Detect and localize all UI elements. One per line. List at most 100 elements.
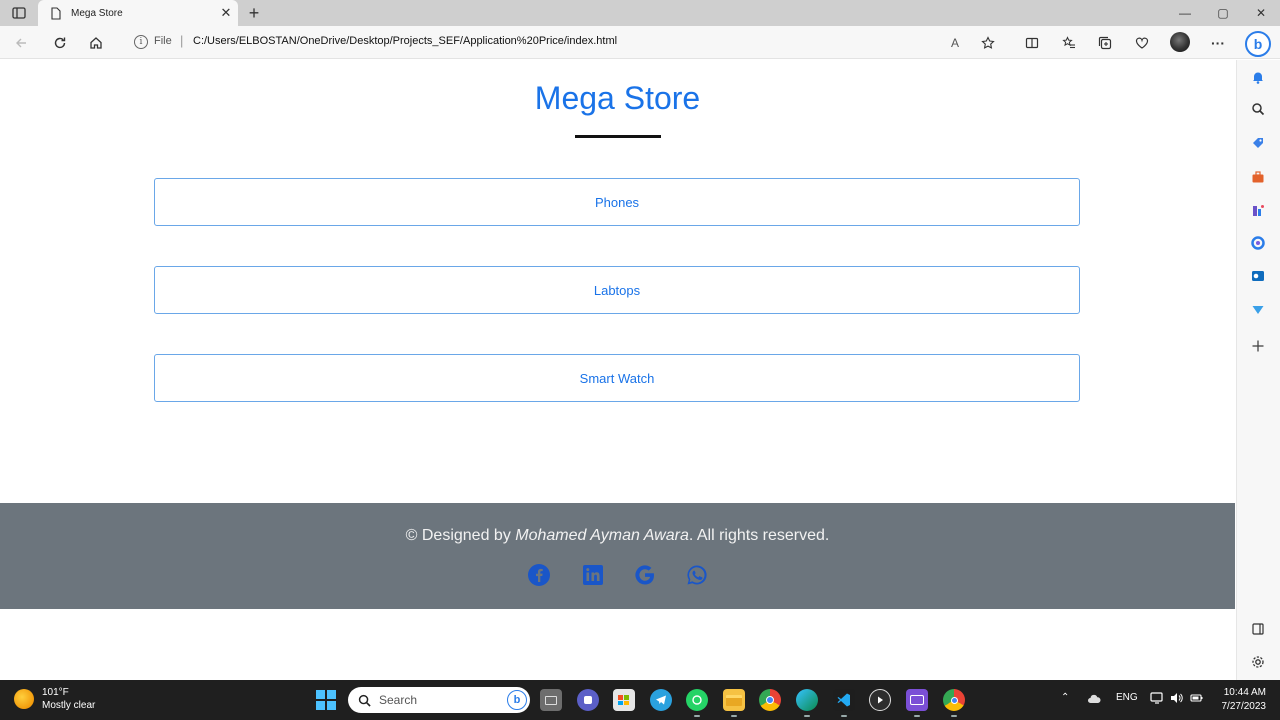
reload-icon <box>54 37 66 49</box>
weather-temp: 101°F <box>42 687 69 698</box>
edge-sidebar <box>1236 60 1280 680</box>
back-arrow-icon <box>16 38 26 48</box>
chrome-profile-icon[interactable] <box>943 689 965 717</box>
address-toolbar: i File | C:/Users/ELBOSTAN/OneDrive/Desk… <box>0 26 1280 59</box>
profile-avatar[interactable] <box>1170 32 1190 52</box>
sidebar-tools-icon[interactable] <box>1250 169 1266 185</box>
page-content: Mega Store Phones Labtops Smart Watch © … <box>0 60 1235 680</box>
tab-mega-store[interactable]: Mega Store ✕ <box>38 0 238 26</box>
category-button-smart-watch[interactable]: Smart Watch <box>154 354 1080 402</box>
chrome-icon[interactable] <box>759 689 781 711</box>
sidebar-drop-icon[interactable] <box>1250 302 1266 318</box>
facebook-link[interactable] <box>526 562 552 588</box>
url-field[interactable]: C:/Users/ELBOSTAN/OneDrive/Desktop/Proje… <box>193 35 617 47</box>
back-button[interactable] <box>10 32 32 54</box>
tab-close-icon[interactable]: ✕ <box>218 5 234 21</box>
split-screen-icon <box>1025 37 1039 49</box>
tab-strip: Mega Store ✕ + — ▢ ✕ <box>0 0 1280 26</box>
bing-chat-button[interactable]: b <box>1245 31 1271 57</box>
minimize-button[interactable]: — <box>1166 0 1204 26</box>
window-controls: — ▢ ✕ <box>1166 0 1280 26</box>
collections-icon <box>1098 36 1112 50</box>
weather-widget[interactable]: 101°F Mostly clear <box>14 686 95 712</box>
category-button-labtops[interactable]: Labtops <box>154 266 1080 314</box>
site-info-icon[interactable]: i <box>134 35 148 49</box>
whatsapp-link[interactable] <box>684 562 710 588</box>
tray-overflow-icon[interactable]: ⌃ <box>1061 692 1069 703</box>
whatsapp-icon <box>687 565 707 585</box>
split-screen-button[interactable] <box>1021 32 1043 54</box>
read-aloud-button[interactable]: A <box>944 32 966 54</box>
file-explorer-icon[interactable] <box>723 689 745 717</box>
taskbar-search[interactable]: Search b <box>348 687 530 713</box>
favorite-button[interactable] <box>977 32 999 54</box>
clock-date: 7/27/2023 <box>1221 701 1267 712</box>
telegram-icon[interactable] <box>650 689 672 711</box>
clock-time: 10:44 AM <box>1223 687 1266 698</box>
edge-icon[interactable] <box>796 689 818 717</box>
taskbar: 101°F Mostly clear Search b ⌃ ENG 10:44 … <box>0 680 1280 720</box>
windows-logo-tile <box>327 690 336 699</box>
whatsapp-app-icon[interactable] <box>686 689 708 717</box>
page-title: Mega Store <box>534 80 701 116</box>
settings-more-button[interactable]: ··· <box>1207 32 1229 54</box>
read-aloud-icon: A <box>950 36 959 50</box>
favorites-icon <box>1062 36 1075 49</box>
media-player-icon[interactable] <box>869 689 891 711</box>
heart-pulse-icon <box>1135 37 1149 49</box>
maximize-button[interactable]: ▢ <box>1204 0 1242 26</box>
category-button-phones[interactable]: Phones <box>154 178 1080 226</box>
tab-title: Mega Store <box>71 7 123 19</box>
footer-prefix: © Designed by <box>405 527 516 544</box>
windows-logo-tile <box>316 701 325 710</box>
tab-actions-icon <box>12 7 26 19</box>
start-button[interactable] <box>316 690 336 710</box>
teams-icon[interactable] <box>577 689 599 711</box>
sidebar-hide-icon[interactable] <box>1250 621 1266 637</box>
language-indicator[interactable]: ENG <box>1116 692 1138 703</box>
search-placeholder: Search <box>379 693 418 707</box>
sidebar-add-icon[interactable] <box>1250 338 1266 354</box>
windows-logo-tile <box>327 701 336 710</box>
weather-moon-icon <box>14 689 34 709</box>
scheme-label: File <box>154 35 172 47</box>
volume-icon[interactable] <box>1170 692 1184 707</box>
task-view-icon[interactable] <box>540 689 562 711</box>
footer-author: Mohamed Ayman Awara <box>515 527 689 544</box>
google-icon <box>635 565 654 585</box>
battery-icon[interactable] <box>1190 692 1204 707</box>
footer-suffix: . All rights reserved. <box>688 527 830 544</box>
sidebar-office-icon[interactable] <box>1250 235 1266 251</box>
tab-actions-button[interactable] <box>8 4 30 22</box>
browser-essentials-button[interactable] <box>1131 32 1153 54</box>
reload-button[interactable] <box>49 32 71 54</box>
more-dots-icon: ··· <box>1211 35 1225 51</box>
tray-cloud-icon[interactable] <box>1087 693 1101 708</box>
store-icon[interactable] <box>613 689 635 711</box>
linkedin-link[interactable] <box>580 562 606 588</box>
url-separator: | <box>180 33 184 48</box>
google-link[interactable] <box>632 562 658 588</box>
new-tab-button[interactable]: + <box>244 3 264 23</box>
system-clock[interactable]: 10:44 AM 7/27/2023 <box>1222 686 1267 714</box>
sidebar-outlook-icon[interactable] <box>1250 268 1266 284</box>
close-window-button[interactable]: ✕ <box>1242 0 1280 26</box>
sidebar-settings-icon[interactable] <box>1250 654 1266 670</box>
sidebar-bell-icon[interactable] <box>1250 69 1266 85</box>
facebook-icon <box>528 564 550 586</box>
footer-copyright: © Designed by Mohamed Ayman Awara. All r… <box>0 527 1235 545</box>
home-icon <box>90 37 102 49</box>
star-icon <box>981 36 995 49</box>
sidebar-shopping-icon[interactable] <box>1250 135 1266 151</box>
windows-logo-icon <box>316 690 325 699</box>
search-icon <box>358 694 371 707</box>
vscode-icon[interactable] <box>833 689 855 717</box>
network-icon[interactable] <box>1150 692 1164 707</box>
weather-condition: Mostly clear <box>42 700 96 711</box>
home-button[interactable] <box>85 32 107 54</box>
collections-button[interactable] <box>1094 32 1116 54</box>
sidebar-games-icon[interactable] <box>1250 202 1266 218</box>
sidebar-search-icon[interactable] <box>1250 101 1266 117</box>
clipchamp-icon[interactable] <box>906 689 928 717</box>
favorites-button[interactable] <box>1058 32 1080 54</box>
